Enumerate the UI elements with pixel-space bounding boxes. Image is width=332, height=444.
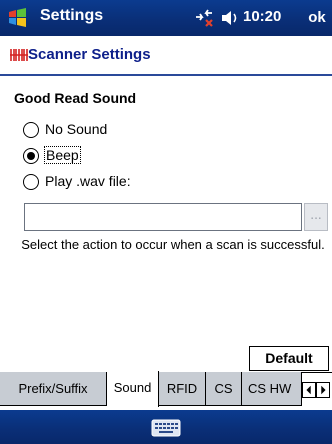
tab-rfid[interactable]: RFID: [159, 372, 206, 406]
tab-sound[interactable]: Sound: [107, 371, 159, 407]
tab-bar: Prefix/Suffix Sound RFID CS CS HW: [0, 371, 332, 410]
window-title: Settings: [40, 7, 104, 24]
hint-text: Select the action to occur when a scan i…: [21, 237, 325, 252]
browse-button[interactable]: ...: [304, 203, 328, 231]
radio-button-selected[interactable]: [23, 148, 39, 164]
radio-button[interactable]: [23, 122, 39, 138]
radio-button[interactable]: [23, 174, 39, 190]
radio-label[interactable]: Play .wav file:: [45, 173, 131, 189]
tab-prefix-suffix[interactable]: Prefix/Suffix: [0, 372, 107, 406]
keyboard-icon[interactable]: [151, 419, 181, 437]
radio-label[interactable]: Beep: [44, 146, 81, 164]
tab-scroll-right-icon[interactable]: [316, 382, 330, 398]
connectivity-icon[interactable]: [193, 8, 215, 28]
section-title: Good Read Sound: [14, 90, 137, 106]
page-title: Scanner Settings: [28, 46, 151, 63]
windows-start-icon[interactable]: [6, 6, 30, 30]
volume-icon[interactable]: [220, 9, 240, 27]
tab-scroll-left-icon[interactable]: [302, 382, 316, 398]
radio-label[interactable]: No Sound: [45, 121, 107, 137]
ok-button[interactable]: ok: [302, 5, 332, 31]
default-button[interactable]: Default: [249, 346, 329, 371]
tab-cs[interactable]: CS: [206, 372, 242, 406]
wav-file-input[interactable]: [24, 203, 302, 231]
title-bar: Settings 10:20 ok: [0, 0, 332, 36]
clock[interactable]: 10:20: [243, 8, 281, 25]
bottom-bar: [0, 410, 332, 444]
app-header: Scanner Settings: [0, 36, 332, 76]
scanner-app-icon: [10, 48, 28, 62]
tab-cs-hw[interactable]: CS HW: [242, 372, 302, 406]
